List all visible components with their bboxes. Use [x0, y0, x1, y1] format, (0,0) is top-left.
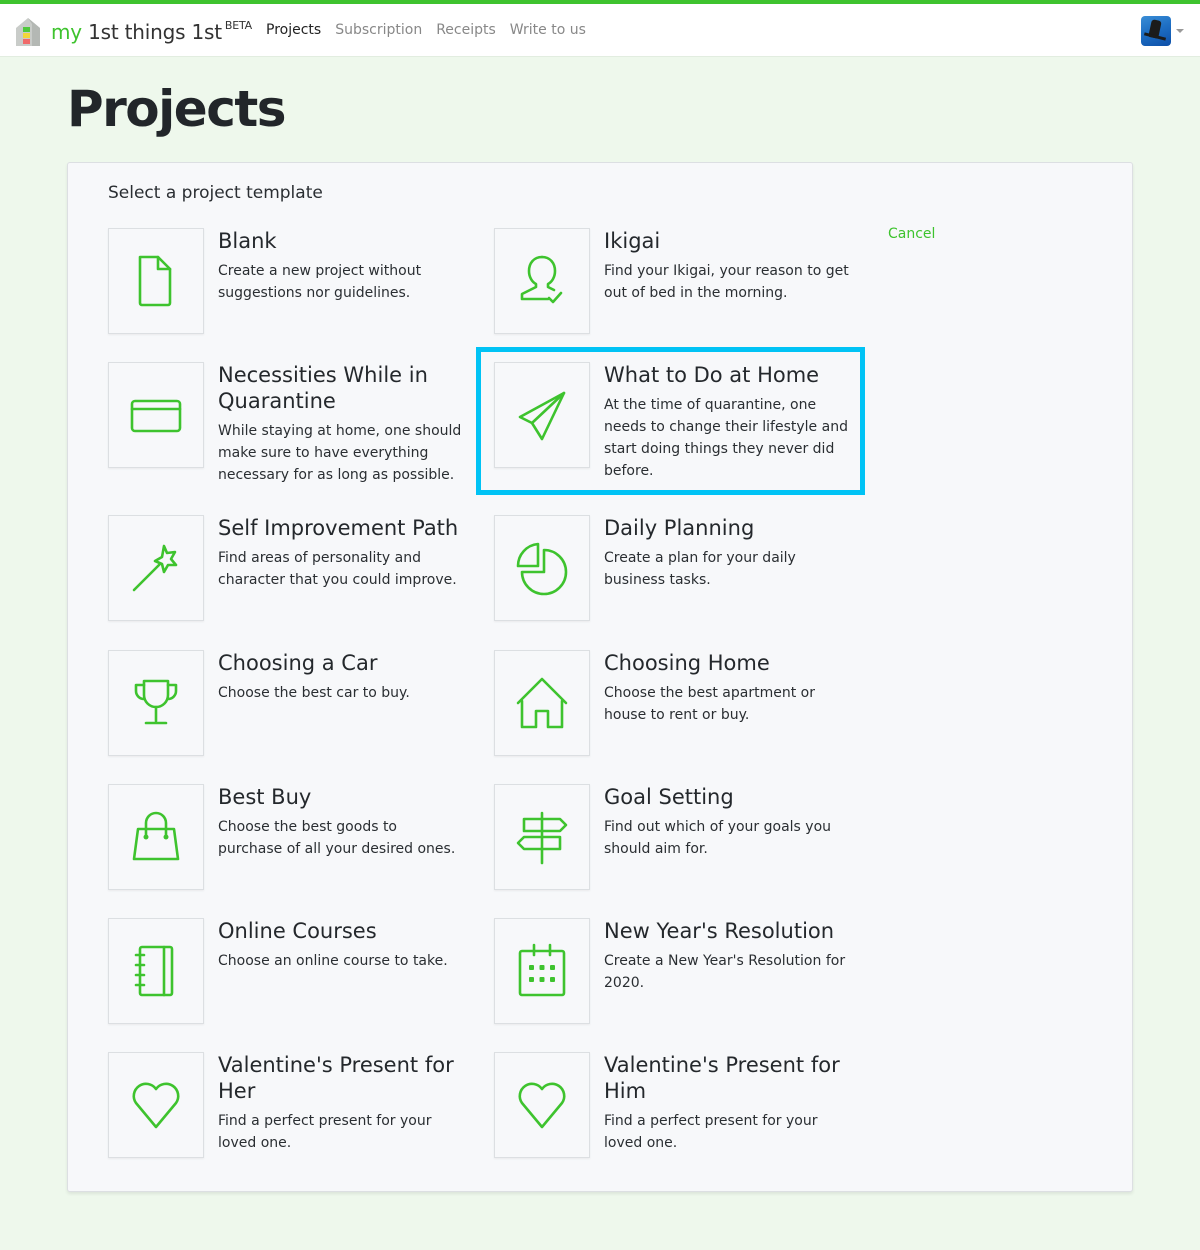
page-title: Projects [67, 80, 287, 138]
template-description: Create a New Year's Resolution for 2020. [604, 953, 846, 991]
pie-chart-icon [516, 542, 568, 596]
credit-card-icon [130, 399, 182, 433]
template-title: Daily Planning [604, 516, 755, 540]
brand-rest: 1st things 1st [81, 20, 222, 44]
heart-icon [132, 1082, 180, 1129]
template-title: Valentine's Present for Him [604, 1053, 840, 1103]
nav-write-to-us[interactable]: Write to us [510, 22, 586, 38]
template-title: Ikigai [604, 229, 661, 253]
caret-down-icon[interactable] [1176, 29, 1184, 33]
template-description: Create a new project without suggestions… [218, 263, 422, 301]
nav-subscription[interactable]: Subscription [335, 22, 422, 38]
template-title: Choosing Home [604, 651, 770, 675]
signpost-icon [516, 811, 568, 865]
template-description: Choose an online course to take. [218, 953, 448, 969]
paper-plane-icon [518, 391, 566, 441]
template-description: Create a plan for your daily business ta… [604, 550, 796, 588]
magic-wand-icon [132, 544, 178, 592]
template-description: Find a perfect present for your loved on… [604, 1113, 818, 1151]
app-logo-icon [14, 16, 42, 48]
beta-badge: BETA [224, 19, 252, 33]
template-description: At the time of quarantine, one needs to … [604, 397, 848, 479]
template-card-choosing-home[interactable]: Choosing Home Choose the best apartment … [494, 650, 854, 760]
template-card-what-to-do-at-home[interactable]: What to Do at Home At the time of quaran… [494, 362, 854, 479]
template-description: Find out which of your goals you should … [604, 819, 832, 857]
calendar-icon [518, 943, 566, 997]
template-card-new-years-resolution[interactable]: New Year's Resolution Create a New Year'… [494, 918, 854, 1028]
top-navbar: my 1st things 1st BETA Projects Subscript… [0, 0, 1200, 57]
template-description: Find your Ikigai, your reason to get out… [604, 263, 849, 301]
template-title: New Year's Resolution [604, 919, 835, 943]
brand-prefix: my [51, 20, 82, 44]
template-description: Find areas of personality and character … [218, 550, 457, 588]
template-description: Choose the best car to buy. [218, 685, 410, 701]
template-card-goal-setting[interactable]: Goal Setting Find out which of your goal… [494, 784, 854, 894]
template-card-choosing-car[interactable]: Choosing a Car Choose the best car to bu… [108, 650, 468, 760]
template-description: Choose the best apartment or house to re… [604, 685, 815, 723]
user-menu[interactable] [1141, 16, 1184, 46]
template-panel: Select a project template Cancel Blank C… [67, 162, 1133, 1192]
panel-heading: Select a project template [108, 183, 323, 203]
house-icon [516, 677, 568, 729]
nav-receipts[interactable]: Receipts [436, 22, 496, 38]
template-title: Valentine's Present for Her [218, 1053, 454, 1103]
template-title: Online Courses [218, 919, 377, 943]
template-card-ikigai[interactable]: Ikigai Find your Ikigai, your reason to … [494, 228, 854, 338]
document-icon [138, 255, 172, 307]
cancel-button[interactable]: Cancel [888, 226, 935, 242]
template-card-valentines-him[interactable]: Valentine's Present for Him Find a perfe… [494, 1052, 854, 1162]
template-card-self-improvement[interactable]: Self Improvement Path Find areas of pers… [108, 515, 468, 625]
template-title: Self Improvement Path [218, 516, 459, 540]
template-card-best-buy[interactable]: Best Buy Choose the best goods to purcha… [108, 784, 468, 894]
heart-icon [518, 1082, 566, 1129]
avatar[interactable] [1141, 16, 1171, 46]
template-description: While staying at home, one should make s… [218, 423, 462, 483]
brand-name: my 1st things 1st BETA [51, 19, 252, 44]
template-card-online-courses[interactable]: Online Courses Choose an online course t… [108, 918, 468, 1028]
template-card-daily-planning[interactable]: Daily Planning Create a plan for your da… [494, 515, 854, 625]
shopping-bag-icon [132, 811, 180, 861]
template-card-blank[interactable]: Blank Create a new project without sugge… [108, 228, 468, 338]
template-title: Goal Setting [604, 785, 734, 809]
template-card-necessities-quarantine[interactable]: Necessities While in Quarantine While st… [108, 362, 468, 483]
template-card-valentines-her[interactable]: Valentine's Present for Her Find a perfe… [108, 1052, 468, 1162]
template-description: Find a perfect present for your loved on… [218, 1113, 432, 1151]
template-title: Blank [218, 229, 277, 253]
trophy-icon [134, 679, 178, 725]
template-title: Best Buy [218, 785, 312, 809]
template-title: Choosing a Car [218, 651, 378, 675]
brand-link[interactable]: my 1st things 1st BETA [14, 16, 252, 48]
template-title: Necessities While in Quarantine [218, 363, 428, 413]
main-nav: Projects Subscription Receipts Write to … [266, 22, 586, 38]
nav-projects[interactable]: Projects [266, 22, 321, 38]
template-description: Choose the best goods to purchase of all… [218, 819, 456, 857]
template-title: What to Do at Home [604, 363, 820, 387]
notebook-icon [134, 945, 174, 997]
user-check-icon [520, 255, 563, 304]
